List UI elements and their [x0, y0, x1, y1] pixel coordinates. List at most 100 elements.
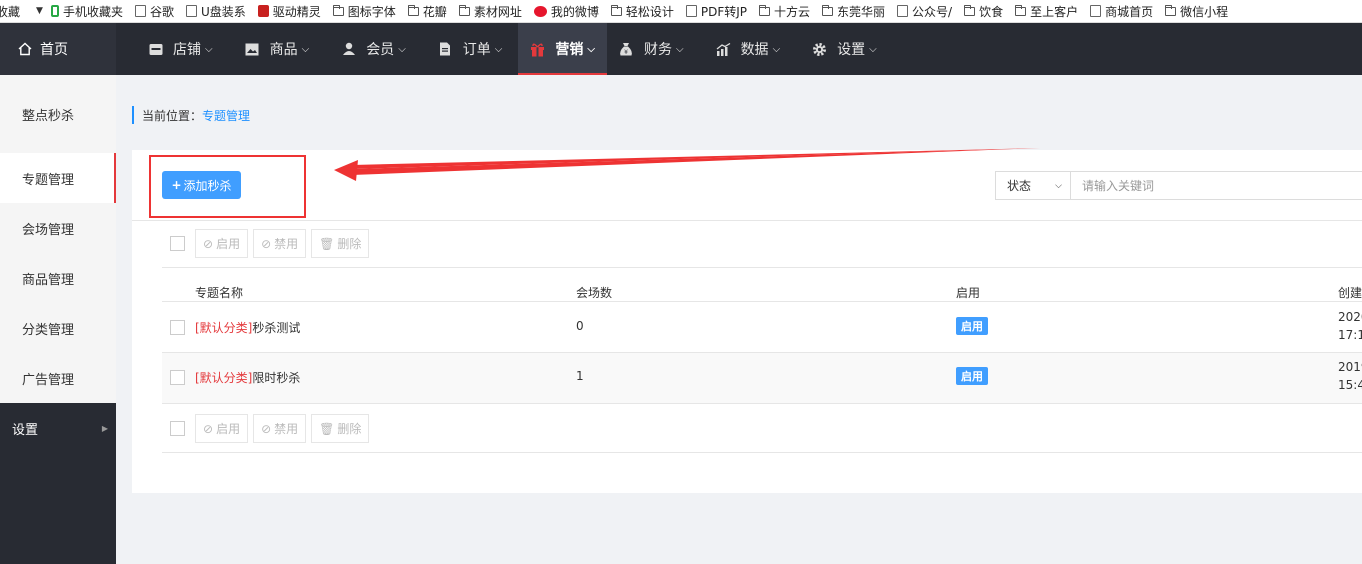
bookmark-shifang[interactable]: 十方云 — [759, 0, 810, 22]
status-badge[interactable]: 启用 — [956, 317, 988, 335]
created-date: 2020 17:1 — [1338, 308, 1362, 344]
venue-count: 0 — [576, 319, 584, 333]
breadcrumb-prefix: 当前位置： — [142, 108, 203, 123]
folder-icon — [332, 4, 344, 16]
disable-label: 禁用 — [274, 237, 299, 251]
delete-button[interactable]: 🗑 删除 — [311, 414, 370, 443]
page-icon — [1090, 5, 1102, 17]
nav-orders-label: 订单 — [462, 42, 491, 58]
nav-home-label: 首页 — [40, 42, 68, 58]
annotation-highlight-box — [149, 155, 306, 218]
select-all-checkbox[interactable] — [170, 421, 185, 436]
nav-data[interactable]: 数据 ⌵ — [704, 23, 793, 75]
bulk-toolbar-top: ⊘ 启用 ⊘ 禁用 🗑 删除 — [170, 229, 374, 258]
folder-icon — [822, 4, 834, 16]
header-created: 创建 — [1338, 286, 1362, 300]
header-enabled: 启用 — [956, 286, 981, 300]
sidebar-item-venues[interactable]: 会场管理 — [0, 203, 116, 253]
sidebar-item-topics[interactable]: 专题管理 — [0, 153, 116, 203]
page-icon — [685, 5, 697, 17]
created-date-line1: 2019 — [1338, 360, 1362, 374]
table-row[interactable]: [默认分类]限时秒杀 1 启用 2019 15:4 — [162, 353, 1362, 404]
check-circle-icon: ⊘ — [203, 421, 214, 436]
svg-text:¥: ¥ — [625, 49, 629, 56]
bookmark-design[interactable]: 轻松设计 — [610, 0, 674, 22]
chevron-down-icon: ⌵ — [1055, 180, 1062, 191]
sidebar-item-goods[interactable]: 商品管理 — [0, 253, 116, 303]
content-panel: + 添加秒杀 状态 ⌵ 请输入关键词 ⊘ 启用 ⊘ 禁用 🗑 删除 专题名称 会场数 … — [132, 150, 1362, 493]
chevron-down-icon[interactable]: ▼ — [36, 6, 43, 16]
bookmark-food[interactable]: 饮食 — [964, 0, 1003, 22]
sidebar-item-label: 设置 — [12, 422, 39, 438]
bookmark-usb[interactable]: U盘装系 — [185, 0, 246, 22]
status-select[interactable]: 状态 ⌵ — [995, 171, 1071, 200]
row-checkbox[interactable] — [170, 320, 185, 335]
bookmark-clients[interactable]: 至上客户 — [1015, 0, 1078, 22]
disable-button[interactable]: ⊘ 禁用 — [253, 414, 307, 443]
sidebar-item-categories[interactable]: 分类管理 — [0, 303, 116, 353]
sidebar-item-label: 商品管理 — [22, 272, 75, 288]
app-icon — [257, 5, 269, 17]
enable-label: 启用 — [216, 422, 241, 436]
sidebar: 整点秒杀 专题管理 会场管理 商品管理 分类管理 广告管理 设置 ▶ — [0, 75, 116, 564]
ban-icon: ⊘ — [261, 421, 272, 436]
bookmark-mobile[interactable]: 手机收藏夹 — [50, 0, 123, 22]
delete-button[interactable]: 🗑 删除 — [311, 229, 370, 258]
bookmark-mall[interactable]: 商城首页 — [1090, 0, 1153, 22]
nav-goods[interactable]: 商品 ⌵ — [233, 23, 322, 75]
topic-category: [默认分类] — [195, 371, 253, 385]
nav-members[interactable]: 会员 ⌵ — [329, 23, 418, 75]
keyword-search-input[interactable]: 请输入关键词 — [1070, 171, 1362, 200]
home-icon — [18, 42, 32, 56]
nav-marketing[interactable]: 营销 ⌵ — [518, 23, 607, 75]
sidebar-item-ads[interactable]: 广告管理 — [0, 353, 116, 403]
nav-finance-label: 财务 — [643, 42, 672, 58]
bookmark-huaban[interactable]: 花瓣 — [407, 0, 447, 22]
sidebar-item-label: 会场管理 — [22, 222, 75, 238]
breadcrumb-current[interactable]: 专题管理 — [202, 107, 250, 124]
created-date-line2: 17:1 — [1338, 328, 1362, 342]
trash-icon: 🗑 — [319, 421, 335, 436]
row-checkbox[interactable] — [170, 370, 185, 385]
bookmark-favorites[interactable]: 收藏 — [0, 0, 20, 22]
chevron-down-icon: ⌵ — [205, 43, 213, 55]
nav-store[interactable]: 店铺 ⌵ — [136, 23, 225, 75]
bookmark-google[interactable]: 谷歌 — [134, 0, 174, 22]
bookmark-dongguan[interactable]: 东莞华丽 — [822, 0, 885, 22]
nav-goods-label: 商品 — [269, 42, 298, 58]
bookmark-pdf[interactable]: PDF转JP — [685, 0, 747, 22]
nav-settings[interactable]: 设置 ⌵ — [800, 23, 889, 75]
bookmark-iconfont[interactable]: 图标字体 — [332, 0, 396, 22]
chevron-down-icon: ⌵ — [869, 43, 877, 55]
status-badge[interactable]: 启用 — [956, 367, 988, 385]
bookmark-driver[interactable]: 驱动精灵 — [257, 0, 321, 22]
topic-title: 秒杀测试 — [252, 321, 301, 335]
bookmark-material[interactable]: 素材网址 — [458, 0, 522, 22]
bookmark-official[interactable]: 公众号/ — [897, 0, 952, 22]
image-icon — [245, 42, 260, 57]
sidebar-item-flash-sale[interactable]: 整点秒杀 — [0, 75, 116, 153]
bulk-toolbar-bottom: ⊘ 启用 ⊘ 禁用 🗑 删除 — [170, 414, 374, 443]
select-all-checkbox[interactable] — [170, 236, 185, 251]
nav-orders[interactable]: 订单 ⌵ — [426, 23, 515, 75]
topic-name: [默认分类]秒杀测试 — [195, 319, 300, 336]
keyword-placeholder: 请输入关键词 — [1082, 179, 1155, 193]
topic-category: [默认分类] — [195, 321, 253, 335]
header-venue-count: 会场数 — [576, 286, 613, 300]
enable-button[interactable]: ⊘ 启用 — [195, 229, 249, 258]
nav-store-label: 店铺 — [173, 42, 201, 58]
enable-button[interactable]: ⊘ 启用 — [195, 414, 249, 443]
table-row[interactable]: [默认分类]秒杀测试 0 启用 2020 17:1 — [162, 302, 1362, 353]
nav-data-label: 数据 — [740, 42, 769, 58]
folder-icon — [458, 4, 470, 16]
bookmark-weibo[interactable]: 我的微博 — [533, 0, 599, 22]
sidebar-item-label: 广告管理 — [22, 372, 75, 388]
bookmark-wechat[interactable]: 微信小程 — [1165, 0, 1228, 22]
disable-button[interactable]: ⊘ 禁用 — [253, 229, 307, 258]
created-date: 2019 15:4 — [1338, 358, 1362, 394]
nav-finance[interactable]: ¥ 财务 ⌵ — [607, 23, 696, 75]
chevron-down-icon: ⌵ — [587, 43, 595, 55]
sidebar-item-settings[interactable]: 设置 ▶ — [0, 403, 116, 453]
nav-home[interactable]: 首页 — [0, 23, 116, 75]
divider — [162, 403, 1362, 404]
